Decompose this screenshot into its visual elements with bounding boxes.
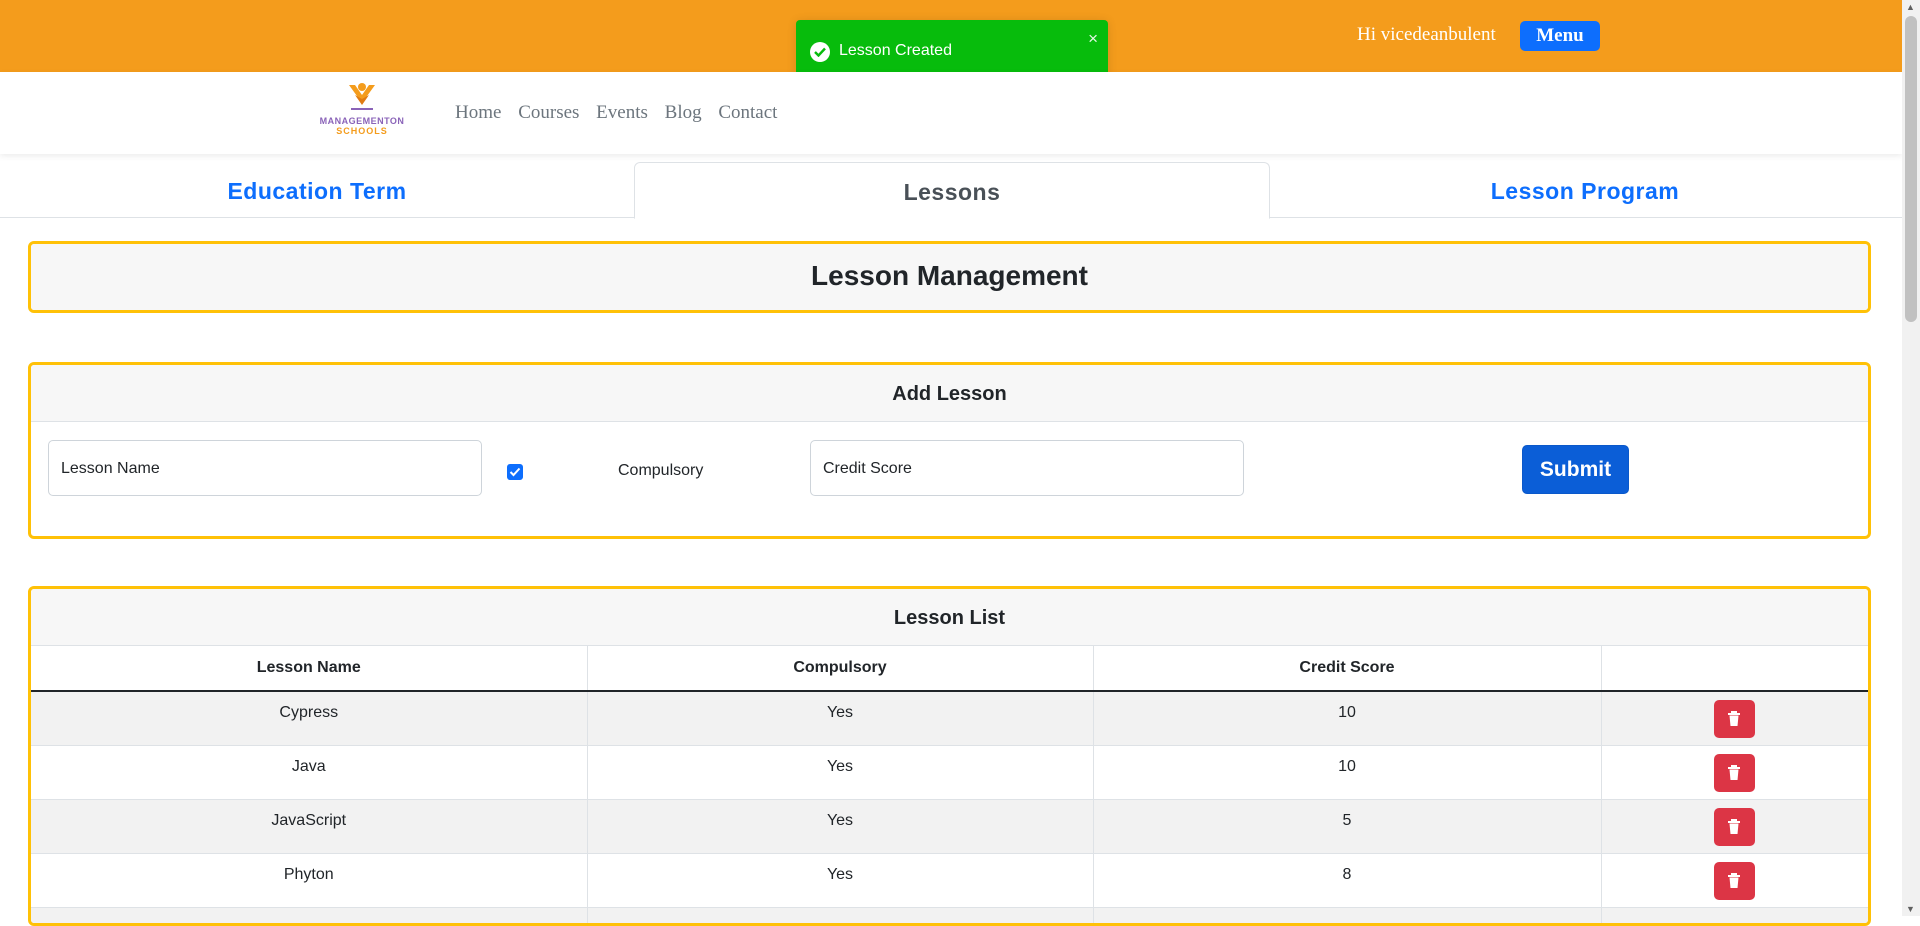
lesson-list-title: Lesson List [31,589,1868,646]
cell-credit-score: 5 [1093,799,1602,854]
close-icon[interactable]: × [1088,30,1098,47]
lesson-name-input[interactable]: Lesson Name [48,440,482,496]
table-row-partial [31,907,1868,923]
table-row: Java Yes 10 [31,745,1868,800]
nav-link-contact[interactable]: Contact [718,102,777,123]
trash-icon [1728,818,1741,834]
trash-icon [1728,711,1741,726]
nav-links: Home Courses Events Blog Contact [455,102,789,124]
cell-compulsory: Yes [587,691,1094,746]
check-icon [509,467,521,477]
nav-link-events[interactable]: Events [596,102,648,123]
scroll-thumb[interactable] [1905,16,1917,322]
column-header-actions [1601,646,1868,692]
compulsory-label: Compulsory [618,462,704,479]
cell-credit-score: 8 [1093,853,1602,908]
tab-education-term[interactable]: Education Term [0,162,634,216]
delete-button[interactable] [1714,753,1756,792]
tab-lesson-program[interactable]: Lesson Program [1268,162,1902,216]
tab-bar: Education Term Lessons Lesson Program [0,162,1902,219]
school-logo[interactable]: MANAGEMENTON SCHOOLS [309,81,415,141]
user-greeting: Hi vicedeanbulent [1357,24,1496,45]
cell-actions [1601,691,1868,746]
cell-empty [587,907,1094,923]
credit-score-input[interactable]: Credit Score [810,440,1244,496]
menu-button[interactable]: Menu [1520,21,1600,51]
cell-empty [31,907,588,923]
delete-button[interactable] [1714,861,1756,900]
cell-credit-score: 10 [1093,691,1602,746]
cell-empty [1093,907,1602,923]
table-row: JavaScript Yes 5 [31,799,1868,854]
cell-lesson-name: Java [31,745,588,800]
nav-link-courses[interactable]: Courses [518,102,579,123]
add-lesson-card: Add Lesson Lesson Name Compulsory Credit… [28,362,1871,539]
add-lesson-title: Add Lesson [31,365,1868,422]
toast-message: Lesson Created [839,42,952,59]
cell-lesson-name: Phyton [31,853,588,908]
lesson-table: Lesson Name Compulsory Credit Score Cypr… [31,646,1868,923]
table-row: Phyton Yes 8 [31,853,1868,908]
nav-link-blog[interactable]: Blog [665,102,702,123]
trash-icon [1728,872,1741,888]
cell-lesson-name: Cypress [31,691,588,746]
trash-icon [1728,764,1741,780]
scroll-up-icon[interactable]: ▲ [1906,2,1915,12]
lesson-list-card: Lesson List Lesson Name Compulsory Credi… [28,586,1871,926]
cell-actions [1601,799,1868,854]
table-row: Cypress Yes 10 [31,691,1868,746]
page-scrollbar[interactable]: ▲ ▼ [1902,0,1920,916]
main-navbar: MANAGEMENTON SCHOOLS Home Courses Events… [0,72,1902,154]
cell-actions [1601,745,1868,800]
page-title: Lesson Management [31,244,1868,310]
cell-lesson-name: JavaScript [31,799,588,854]
delete-button[interactable] [1714,700,1756,738]
check-circle-icon [810,42,830,62]
cell-empty [1601,907,1868,923]
column-header-compulsory: Compulsory [587,646,1094,692]
tab-lessons[interactable]: Lessons [634,162,1270,219]
cell-credit-score: 10 [1093,745,1602,800]
logo-text-line2: SCHOOLS [336,126,388,136]
table-header-row: Lesson Name Compulsory Credit Score [31,646,1868,692]
logo-text-line1: MANAGEMENTON [319,116,405,126]
scroll-down-icon[interactable]: ▼ [1906,904,1915,914]
compulsory-checkbox[interactable] [507,464,523,480]
cell-compulsory: Yes [587,853,1094,908]
delete-button[interactable] [1714,807,1756,846]
logo-emblem-icon [349,83,375,110]
submit-button[interactable]: Submit [1522,445,1629,494]
page-title-card: Lesson Management [28,241,1871,313]
column-header-lesson-name: Lesson Name [31,646,588,692]
nav-link-home[interactable]: Home [455,102,501,123]
cell-actions [1601,853,1868,908]
column-header-credit-score: Credit Score [1093,646,1602,692]
cell-compulsory: Yes [587,745,1094,800]
cell-compulsory: Yes [587,799,1094,854]
